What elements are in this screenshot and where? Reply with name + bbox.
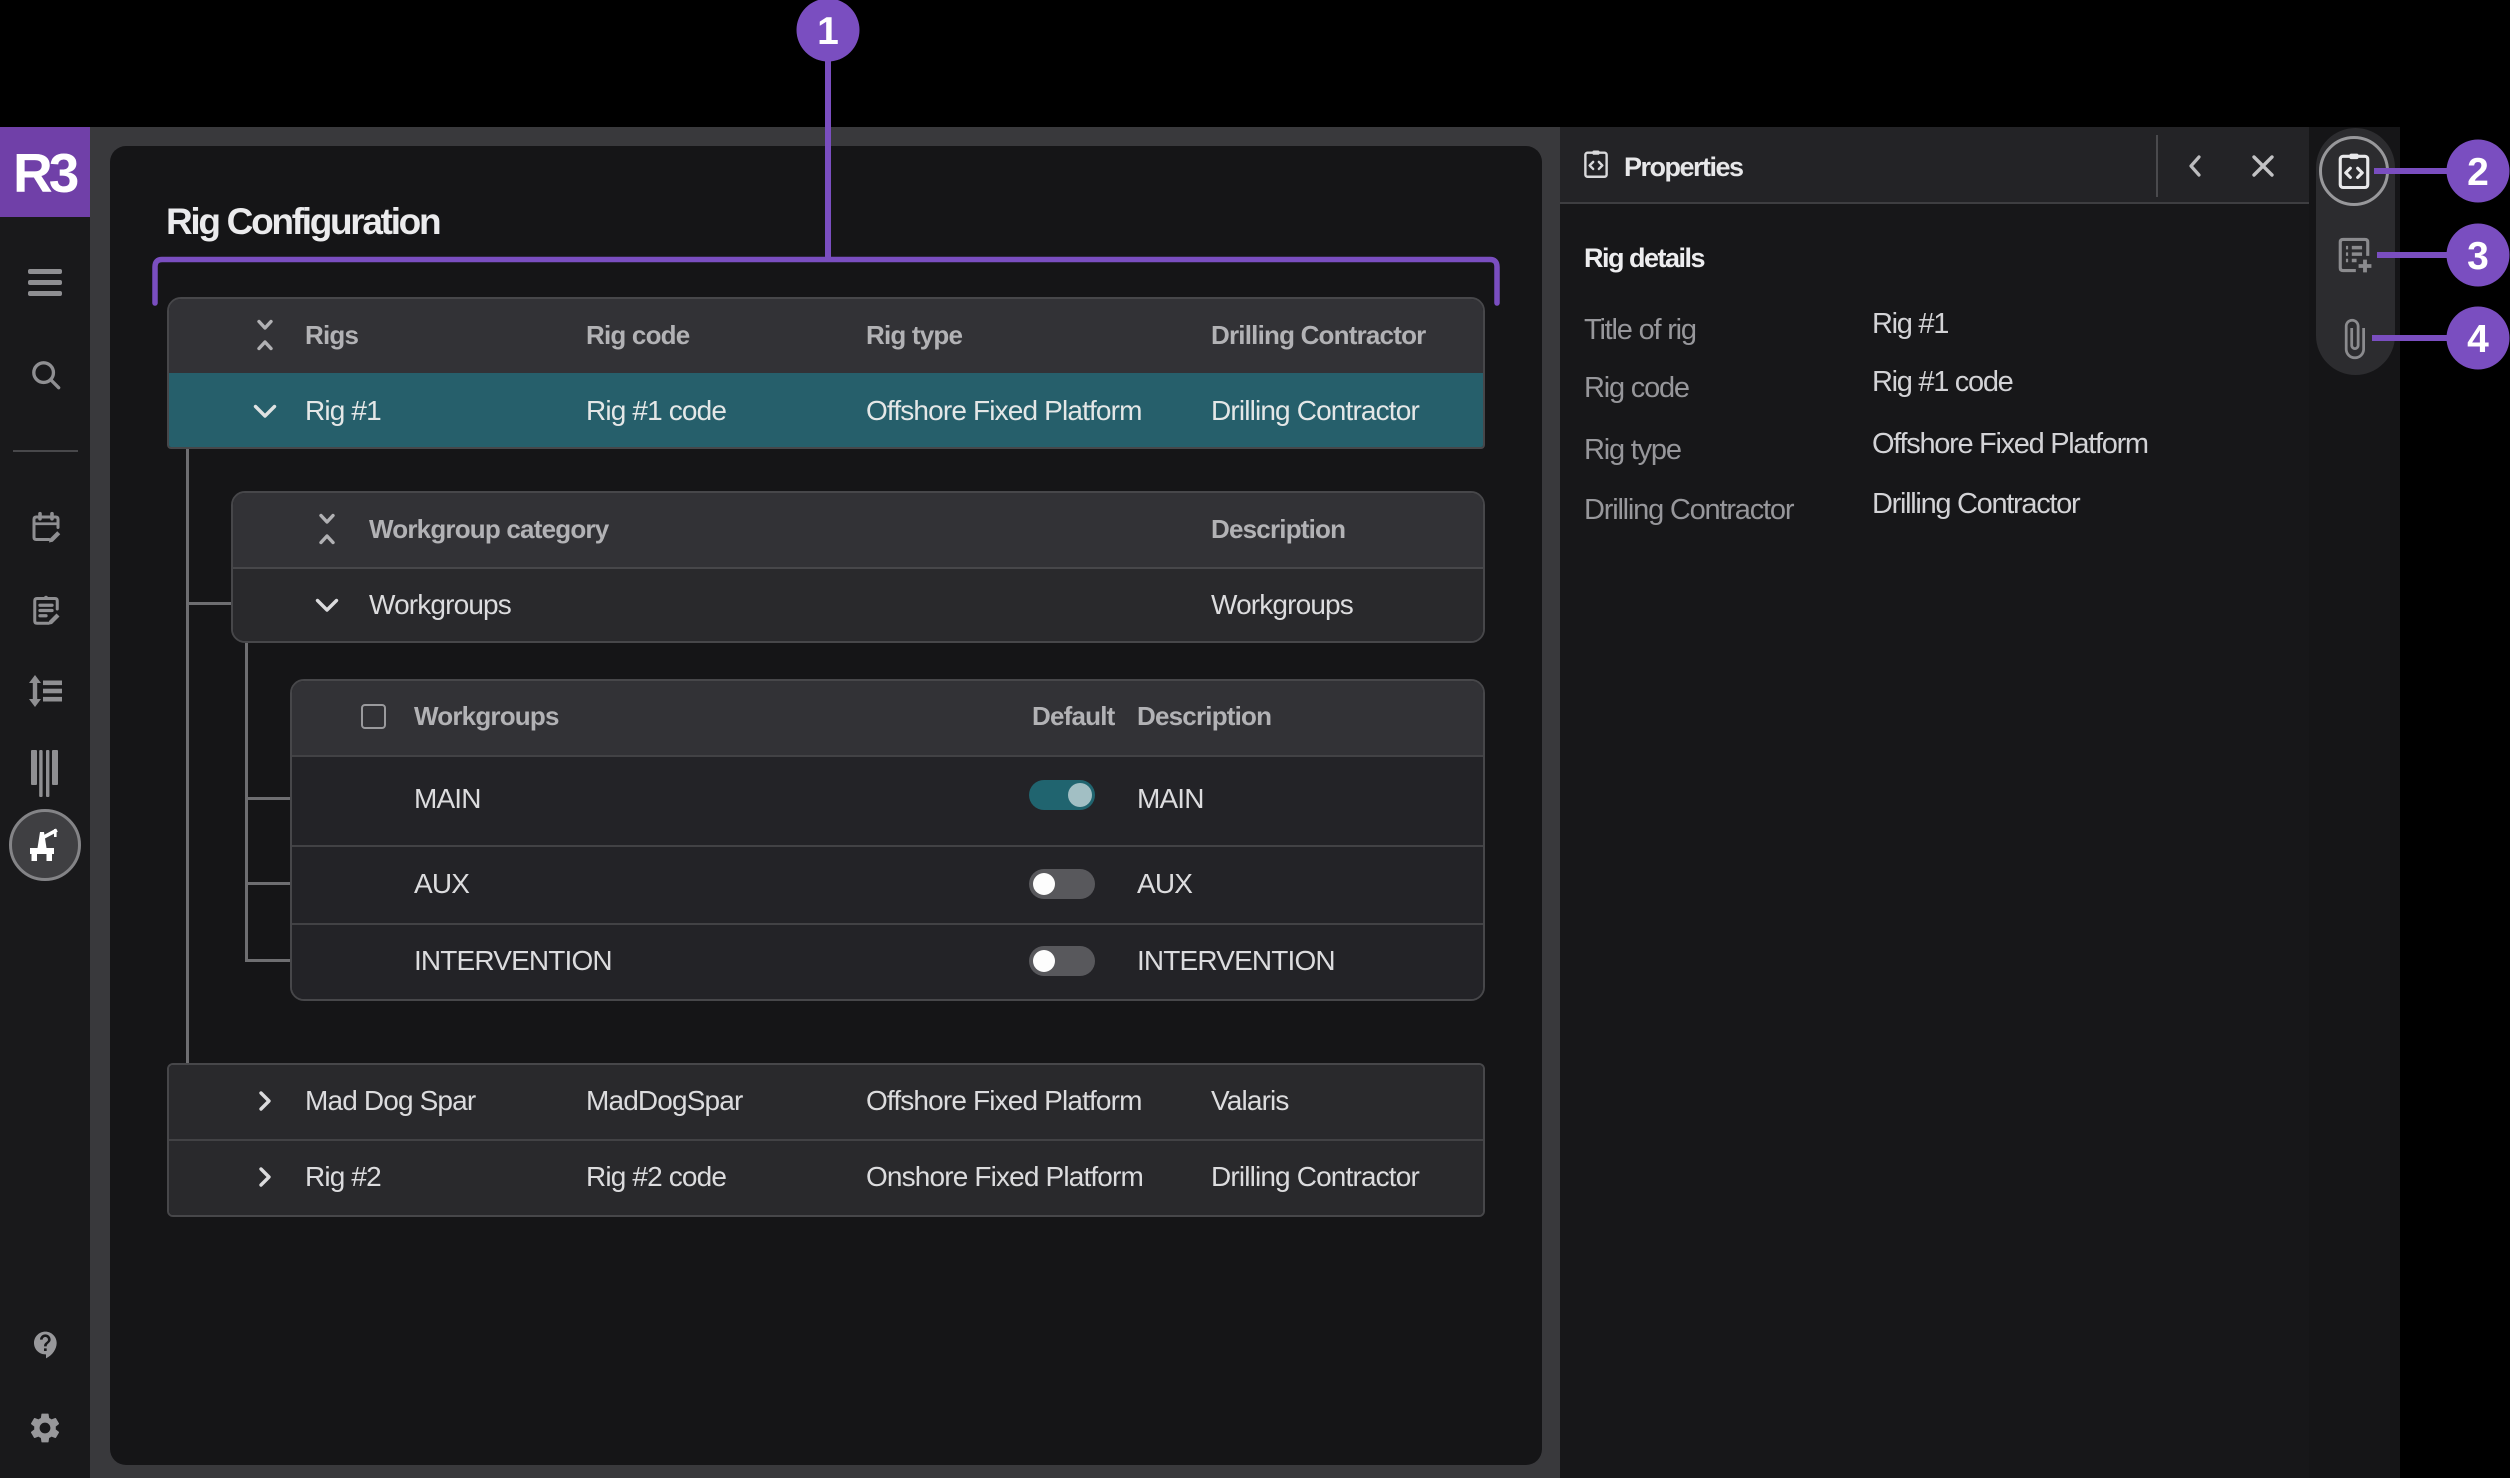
svg-text:3: 3 (2467, 235, 2489, 278)
svg-text:1: 1 (817, 10, 839, 53)
svg-text:2: 2 (2467, 151, 2489, 194)
svg-text:4: 4 (2467, 318, 2489, 361)
